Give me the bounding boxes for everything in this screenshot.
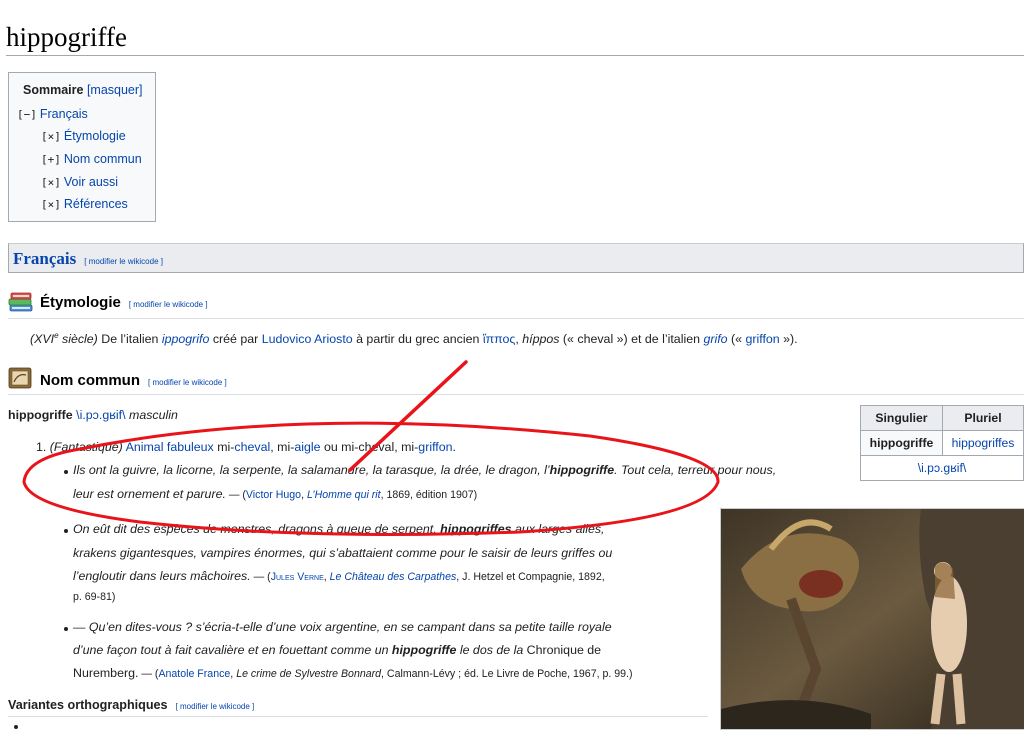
noun-heading: Nom commun	[40, 372, 141, 389]
toc-item-label[interactable]: Voir aussi	[64, 175, 118, 189]
inflection-table: Singulier Pluriel hippogriffe hippogriff…	[860, 405, 1024, 481]
toc-header: Sommaire [masquer]	[23, 83, 143, 97]
table-header-row: Singulier Pluriel	[860, 405, 1024, 431]
toc-item-label[interactable]: Français	[40, 107, 88, 121]
books-icon	[8, 292, 33, 312]
variants-heading: Variantes orthographiques	[8, 698, 168, 712]
quote-headword: hippogriffe	[549, 463, 615, 477]
quote-1-line-1: Ils ont la guivre, la licorne, la serpen…	[73, 463, 777, 477]
toc-toggle[interactable]: [×]	[41, 198, 61, 211]
etymology-text: (XVIe siècle) De l’italien ippogrifo cré…	[30, 331, 798, 347]
link-grifo[interactable]: grifo	[703, 332, 727, 346]
pronunciation-link[interactable]: \i.pɔ.ɡʁif\	[918, 461, 967, 475]
etymology-heading-row: Étymologie [ modifier le wikicode ]	[40, 294, 208, 311]
plural-form[interactable]: hippogriffes	[941, 430, 1024, 456]
transliteration: híppos	[522, 332, 560, 347]
singular-form: hippogriffe	[860, 430, 943, 456]
section-divider	[8, 318, 1024, 319]
toc-toggle[interactable]: [×]	[41, 130, 61, 143]
variants-heading-row: Variantes orthographiques [ modifier le w…	[8, 698, 254, 712]
quote-1-line-2: leur est ornement et parure. — (Victor H…	[73, 487, 478, 501]
definition-number: 1.	[36, 440, 47, 454]
link-aigle[interactable]: aigle	[294, 440, 320, 454]
table-of-contents: Sommaire [masquer] [−] Français [×] Étymol…	[8, 72, 156, 222]
work-link[interactable]: L’Homme qui rit	[307, 489, 381, 501]
toc-item-nom-commun[interactable]: [+] Nom commun	[41, 152, 142, 166]
century-label-end: siècle)	[58, 332, 98, 347]
link-ludovico-ariosto[interactable]: Ludovico Ariosto	[262, 332, 353, 346]
bullet	[64, 470, 68, 474]
edit-wikicode-link[interactable]: [ modifier le wikicode ]	[84, 257, 163, 266]
definition-1: 1. (Fantastique) Animal fabuleux mi-chev…	[36, 440, 456, 454]
work-title: Le crime de Sylvestre Bonnard	[236, 668, 382, 680]
language-section-header: Français [ modifier le wikicode ]	[8, 243, 1024, 273]
etymology-heading: Étymologie	[40, 294, 121, 311]
title-divider	[6, 55, 1024, 56]
illustration-image[interactable]	[720, 508, 1024, 730]
edit-wikicode-link[interactable]: [ modifier le wikicode ]	[129, 300, 208, 309]
painting-roger-angelique	[721, 509, 1024, 729]
bullet	[64, 529, 68, 533]
toc-item-label[interactable]: Nom commun	[64, 152, 142, 166]
quote-3-line-1: — Qu’en dites-vous ? s’écria-t-elle d’un…	[73, 620, 612, 634]
toc-expand-toggle[interactable]: [+]	[41, 153, 61, 166]
headword-line: hippogriffe \i.pɔ.ɡʁif\ masculin	[8, 408, 178, 422]
pronunciation-link[interactable]: \i.pɔ.ɡʁif\	[76, 408, 125, 422]
col-singular: Singulier	[860, 405, 943, 431]
quote-3-line-2: d’une façon tout à fait cavalière et en …	[73, 643, 602, 657]
quote-2-pages: p. 69-81)	[73, 591, 116, 603]
headword: hippogriffe	[8, 408, 73, 422]
link-griffon[interactable]: griffon	[745, 332, 779, 346]
section-divider	[8, 394, 1024, 395]
century-label: (XVI	[30, 332, 55, 347]
quote-2-line-1: On eût dit des espèces de monstres, drag…	[73, 522, 605, 536]
book-icon	[8, 367, 32, 389]
table-row: \i.pɔ.ɡʁif\	[860, 455, 1024, 481]
link-cheval[interactable]: cheval	[234, 440, 270, 454]
link-ippogrifo[interactable]: ippogrifo	[162, 332, 210, 346]
gender: masculin	[129, 408, 178, 422]
quote-title: Chronique de	[526, 643, 602, 657]
quote-headword: hippogriffe	[391, 643, 457, 657]
language-heading[interactable]: Français	[13, 249, 76, 268]
toc-item-references[interactable]: [×] Références	[41, 197, 128, 211]
quote-2-line-2: krakens gigantesques, vampires énormes, …	[73, 546, 613, 560]
col-plural: Pluriel	[941, 405, 1024, 431]
toc-hide-link[interactable]: [masquer]	[87, 83, 143, 97]
toc-item-francais[interactable]: [−] Français	[17, 107, 88, 121]
toc-toggle[interactable]: [×]	[41, 176, 61, 189]
edit-wikicode-link[interactable]: [ modifier le wikicode ]	[148, 378, 227, 387]
author-link[interactable]: Anatole France	[158, 668, 230, 680]
domain-label: (Fantastique)	[49, 440, 123, 454]
toc-item-label[interactable]: Références	[64, 197, 128, 211]
toc-title: Sommaire	[23, 83, 84, 97]
pronunciation-cell[interactable]: \i.pɔ.ɡʁif\	[860, 455, 1024, 481]
toc-item-label[interactable]: Étymologie	[64, 129, 126, 143]
author-link[interactable]: Jules Verne	[271, 571, 324, 583]
link-greek-hippos[interactable]: ἵππος	[483, 332, 516, 346]
quote-headword: hippogriffes	[440, 522, 512, 536]
bullet	[14, 725, 18, 729]
page-title: hippogriffe	[6, 22, 127, 52]
link-animal-fabuleux[interactable]: Animal fabuleux	[126, 440, 214, 454]
toc-item-etymologie[interactable]: [×] Étymologie	[41, 129, 126, 143]
noun-heading-row: Nom commun [ modifier le wikicode ]	[40, 372, 227, 389]
plural-link[interactable]: hippogriffes	[952, 436, 1015, 450]
table-row: hippogriffe hippogriffes	[860, 430, 1024, 456]
edit-wikicode-link[interactable]: [ modifier le wikicode ]	[176, 702, 255, 711]
toc-collapse-toggle[interactable]: [−]	[17, 108, 37, 121]
author-link[interactable]: Victor Hugo	[246, 489, 301, 501]
section-divider	[8, 716, 708, 717]
toc-item-voir-aussi[interactable]: [×] Voir aussi	[41, 175, 118, 189]
quote-3-line-3: Nuremberg. — (Anatole France, Le crime d…	[73, 666, 633, 680]
link-griffon[interactable]: griffon	[418, 440, 452, 454]
bullet	[64, 627, 68, 631]
quote-2-line-3: l’engloutir dans leurs mâchoires. — (Jul…	[73, 569, 605, 583]
work-link[interactable]: Le Château des Carpathes	[330, 571, 457, 583]
